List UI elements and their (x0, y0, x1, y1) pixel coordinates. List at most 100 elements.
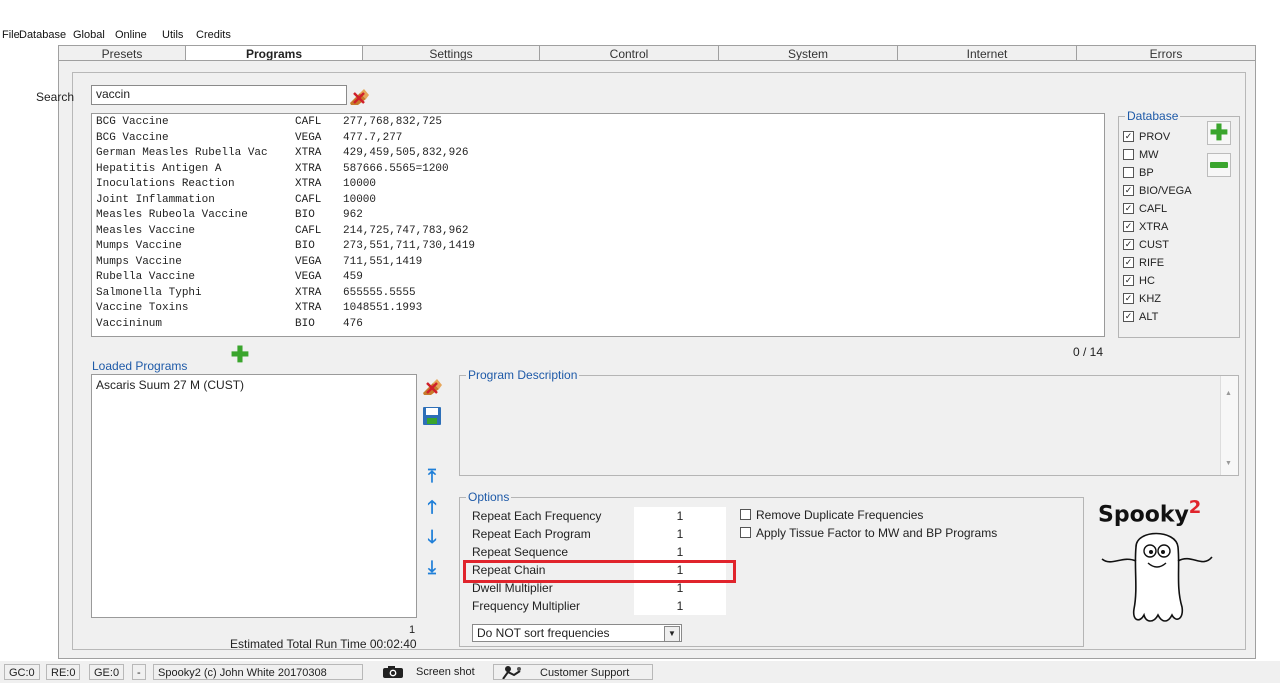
program-frequencies: 459 (343, 271, 363, 283)
support-icon (502, 666, 521, 679)
database-label: CUST (1139, 239, 1169, 251)
checkbox-box[interactable] (740, 527, 751, 539)
database-checkbox-khz[interactable]: ✓ KHZ (1123, 292, 1161, 305)
highlight-repeat-chain (463, 560, 736, 583)
program-name: Salmonella Typhi (96, 286, 202, 299)
loaded-programs-list[interactable]: Ascaris Suum 27 M (CUST) (91, 374, 417, 618)
remove-program-button[interactable] (421, 376, 443, 398)
database-checkbox-hc[interactable]: ✓ HC (1123, 274, 1155, 287)
option-label: Repeat Each Program (472, 527, 591, 541)
menu-global[interactable]: Global (73, 29, 105, 41)
program-name: BCG Vaccine (96, 131, 169, 144)
database-checkbox-mw[interactable]: MW (1123, 148, 1159, 161)
spooky-logo: Spooky2 (1098, 497, 1218, 637)
option-value-input[interactable]: 1 (634, 597, 726, 615)
program-database: XTRA (295, 302, 322, 314)
option-value-input[interactable]: 1 (634, 507, 726, 525)
status-re: RE:0 (46, 664, 81, 680)
database-checkbox-bio-vega[interactable]: ✓ BIO/VEGA (1123, 184, 1192, 197)
checkbox-box[interactable]: ✓ (1123, 292, 1134, 304)
loaded-program-item[interactable]: Ascaris Suum 27 M (CUST) (96, 378, 244, 392)
checkbox-box[interactable]: ✓ (1123, 274, 1134, 286)
move-top-button[interactable]: ⤒ (424, 466, 440, 486)
remove-duplicates-label: Remove Duplicate Frequencies (756, 508, 924, 522)
program-name: Hepatitis Antigen A (96, 162, 222, 175)
menu-online[interactable]: Online (115, 29, 147, 41)
checkbox-box[interactable]: ✓ (1123, 130, 1134, 142)
search-input[interactable]: vaccin (91, 85, 347, 105)
clear-search-button[interactable] (348, 86, 370, 108)
search-label: Search (36, 90, 75, 104)
database-label: PROV (1139, 131, 1171, 143)
checkbox-box[interactable] (1123, 148, 1134, 160)
program-frequencies: 277,768,832,725 (343, 116, 443, 128)
menu-database[interactable]: Database (19, 29, 66, 41)
program-frequencies: 962 (343, 209, 363, 221)
menu-utils[interactable]: Utils (162, 29, 183, 41)
program-database: BIO (295, 317, 315, 330)
loaded-programs-title: Loaded Programs (92, 359, 188, 373)
move-up-button[interactable]: 🡑 (424, 497, 440, 517)
save-preset-button[interactable] (421, 405, 443, 427)
option-value-input[interactable]: 1 (634, 525, 726, 543)
checkbox-box[interactable]: ✓ (1123, 184, 1134, 196)
program-database: BIO (295, 240, 315, 252)
add-database-button[interactable]: ✚ (1207, 121, 1231, 145)
estimated-run-time: Estimated Total Run Time 00:02:40 (230, 637, 417, 651)
program-frequencies: 477.7,277 (343, 131, 403, 144)
move-bottom-button[interactable]: ⤓ (424, 557, 440, 577)
database-label: BP (1139, 167, 1154, 179)
database-label: KHZ (1139, 293, 1161, 305)
database-checkboxes: ✓ PROV MW BP ✓ BIO/VEGA ✓ CAFL ✓ XTRA ✓ CUST ✓ RIFE ✓ H… (1119, 130, 1209, 331)
program-name: BCG Vaccine (96, 116, 169, 128)
database-checkbox-prov[interactable]: ✓ PROV (1123, 130, 1171, 143)
checkbox-box[interactable]: ✓ (1123, 238, 1134, 250)
database-checkbox-xtra[interactable]: ✓ XTRA (1123, 220, 1168, 233)
program-database: XTRA (295, 178, 322, 190)
menu-file[interactable]: File (2, 29, 20, 41)
database-label: MW (1139, 149, 1159, 161)
program-frequencies: 214,725,747,783,962 (343, 224, 469, 237)
program-name: German Measles Rubella Vac (96, 147, 268, 159)
menu-credits[interactable]: Credits (196, 29, 231, 41)
checkbox-box[interactable]: ✓ (1123, 256, 1134, 268)
program-frequencies: 711,551,1419 (343, 255, 423, 268)
screenshot-button[interactable]: Screen shot (378, 664, 490, 680)
arrow-down-icon: 🡓 (427, 527, 437, 547)
program-description-text[interactable] (460, 376, 1222, 475)
chevron-down-icon[interactable]: ▼ (664, 626, 680, 642)
remove-database-button[interactable] (1207, 153, 1231, 177)
program-name: Vaccininum (96, 317, 163, 330)
checkbox-box[interactable]: ✓ (1123, 310, 1134, 322)
option-value-input[interactable]: 1 (634, 543, 726, 561)
tissue-factor-checkbox[interactable]: Apply Tissue Factor to MW and BP Program… (740, 526, 997, 540)
customer-support-button[interactable]: Customer Support (493, 664, 653, 680)
move-down-button[interactable]: 🡓 (424, 527, 440, 547)
add-program-button[interactable]: ✚ (229, 344, 251, 366)
scroll-up-icon[interactable]: ▲ (1225, 390, 1232, 397)
database-checkbox-alt[interactable]: ✓ ALT (1123, 310, 1158, 323)
program-frequencies: 1048551.1993 (343, 302, 423, 314)
status-bar: GC:0 RE:0 GE:0 - Spooky2 (c) John White … (0, 661, 1280, 683)
database-label: CAFL (1139, 203, 1168, 215)
program-frequencies: 476 (343, 317, 363, 330)
sort-frequencies-select[interactable]: Do NOT sort frequencies ▼ (472, 624, 682, 642)
remove-duplicates-checkbox[interactable]: Remove Duplicate Frequencies (740, 508, 923, 522)
checkbox-box[interactable] (740, 509, 751, 521)
program-search-results[interactable]: BCG Vaccine CAFL 277,768,832,725 BCG Vaccin… (91, 113, 1105, 337)
database-label: BIO/VEGA (1139, 185, 1192, 197)
option-label: Frequency Multiplier (472, 599, 581, 613)
program-database: VEGA (295, 131, 322, 144)
database-checkbox-rife[interactable]: ✓ RIFE (1123, 256, 1164, 269)
database-checkbox-cafl[interactable]: ✓ CAFL (1123, 202, 1168, 215)
database-checkbox-cust[interactable]: ✓ CUST (1123, 238, 1169, 251)
checkbox-box[interactable] (1123, 166, 1134, 178)
scroll-down-icon[interactable]: ▼ (1225, 460, 1232, 467)
program-frequencies: 10000 (343, 178, 377, 190)
checkbox-box[interactable]: ✓ (1123, 220, 1134, 232)
option-row: Repeat Sequence 1 (472, 543, 726, 561)
checkbox-box[interactable]: ✓ (1123, 202, 1134, 214)
plus-icon: ✚ (1209, 120, 1229, 145)
database-checkbox-bp[interactable]: BP (1123, 166, 1154, 179)
description-scrollbar[interactable]: ▲ ▼ (1220, 376, 1238, 475)
